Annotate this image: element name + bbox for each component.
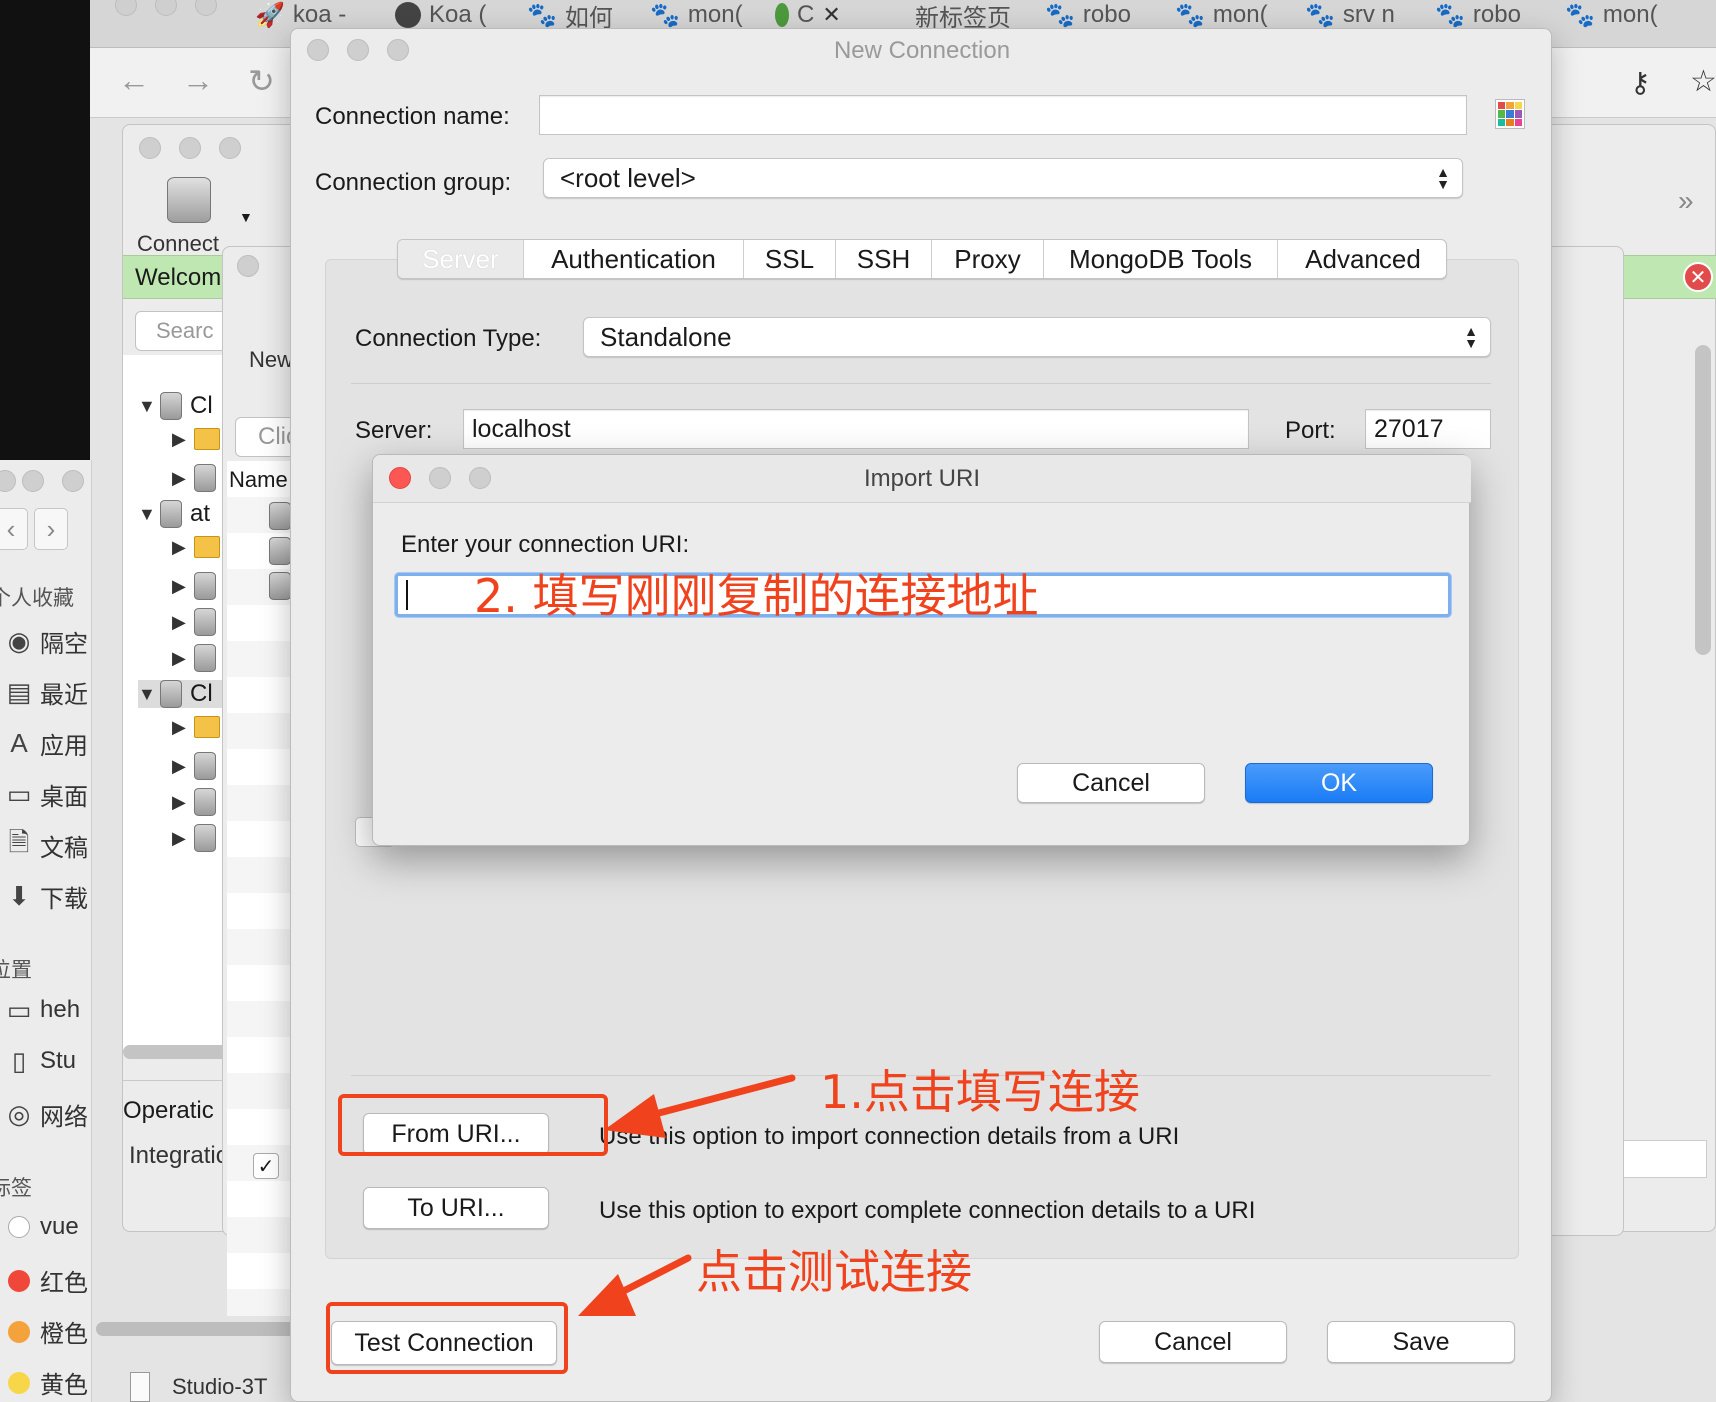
annotation-arrows: [578, 1074, 796, 1316]
arrow-to-test-connection: [578, 1254, 692, 1316]
arrow-to-from-uri: [604, 1074, 796, 1138]
